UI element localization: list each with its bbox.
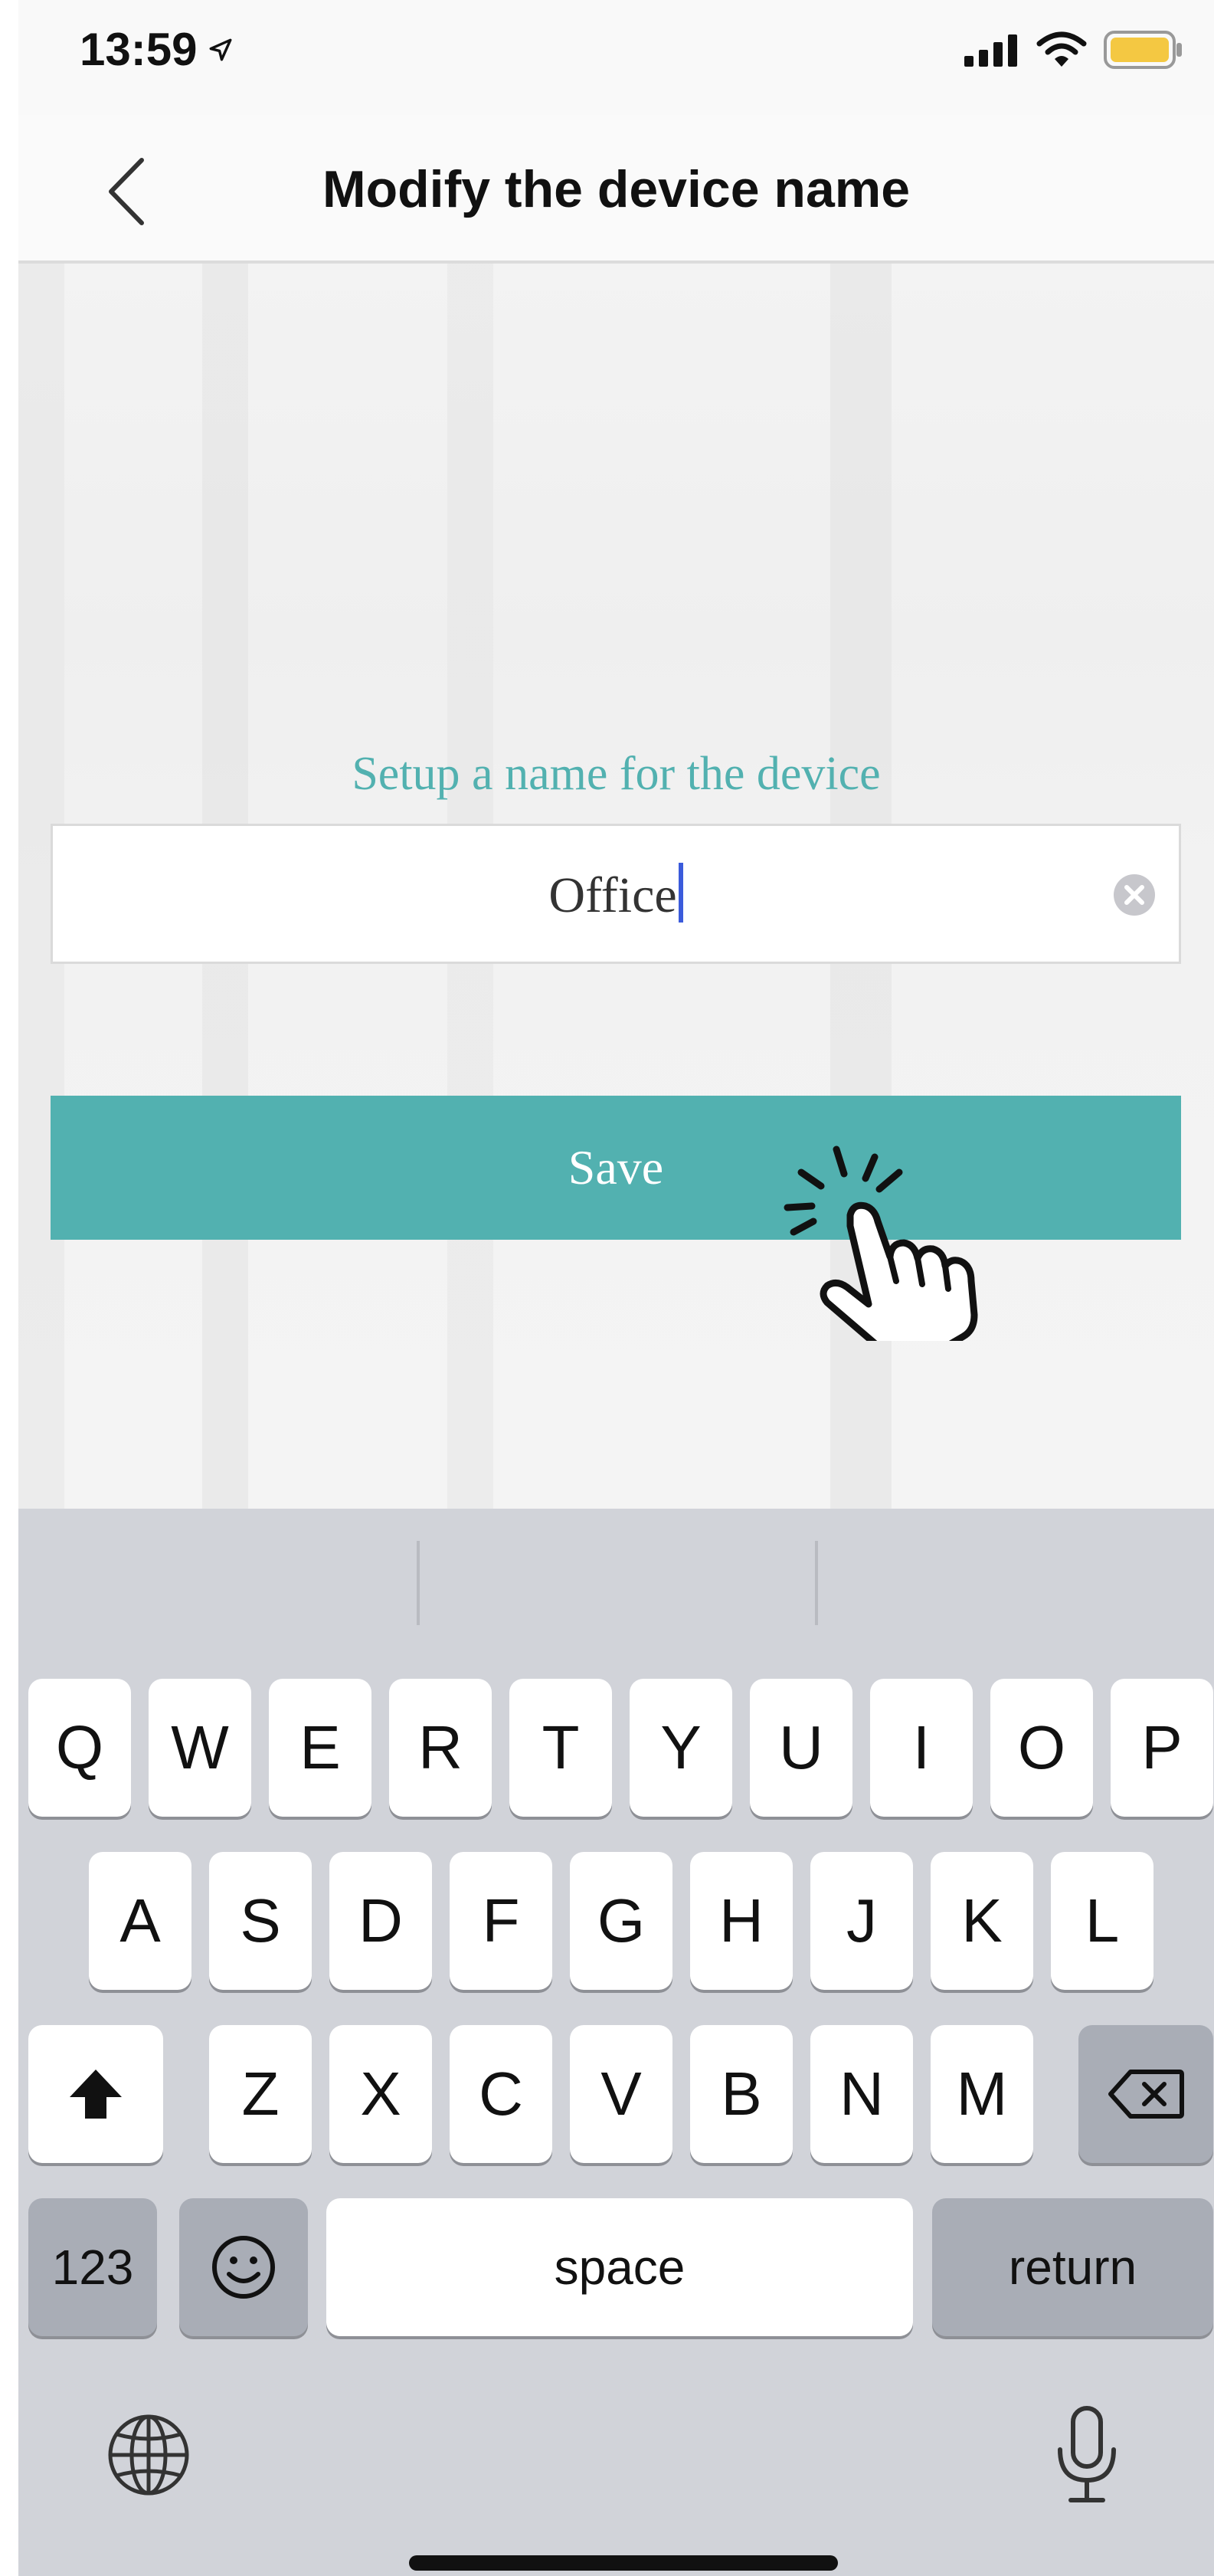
dictation-button[interactable]	[1052, 2405, 1121, 2505]
key-w[interactable]: W	[149, 1679, 251, 1817]
key-o[interactable]: O	[990, 1679, 1093, 1817]
key-k[interactable]: K	[931, 1852, 1033, 1990]
tap-hand-icon	[784, 1145, 978, 1341]
shift-icon	[70, 2070, 122, 2119]
delete-key[interactable]	[1078, 2025, 1213, 2163]
device-name-input[interactable]: Office	[51, 824, 1181, 964]
key-c[interactable]: C	[450, 2025, 552, 2163]
device-name-text: Office	[548, 867, 677, 923]
save-button[interactable]: Save	[51, 1096, 1181, 1240]
return-key[interactable]: return	[932, 2198, 1213, 2336]
key-l[interactable]: L	[1051, 1852, 1153, 1990]
key-z[interactable]: Z	[209, 2025, 312, 2163]
navigation-bar: Modify the device name	[18, 115, 1214, 264]
numbers-key-label: 123	[51, 2240, 134, 2295]
globe-icon	[108, 2414, 189, 2496]
key-q[interactable]: Q	[28, 1679, 131, 1817]
key-v[interactable]: V	[570, 2025, 672, 2163]
status-time: 13:59	[80, 23, 234, 76]
page-title: Modify the device name	[322, 160, 911, 218]
key-b[interactable]: B	[690, 2025, 793, 2163]
key-n[interactable]: N	[810, 2025, 913, 2163]
backspace-icon	[1108, 2070, 1184, 2119]
key-h[interactable]: H	[690, 1852, 793, 1990]
text-caret	[678, 863, 683, 923]
key-t[interactable]: T	[509, 1679, 612, 1817]
clear-text-button[interactable]	[1113, 873, 1156, 916]
name-caption: Setup a name for the device	[352, 748, 881, 800]
key-y[interactable]: Y	[630, 1679, 732, 1817]
key-e[interactable]: E	[269, 1679, 371, 1817]
key-f[interactable]: F	[450, 1852, 552, 1990]
wifi-icon	[1036, 31, 1087, 67]
status-time-text: 13:59	[80, 24, 198, 75]
phone-screen: 13:59 Modify the device name Setup a nam…	[18, 0, 1214, 2576]
key-x[interactable]: X	[329, 2025, 432, 2163]
key-i[interactable]: I	[870, 1679, 973, 1817]
location-arrow-icon	[210, 38, 232, 61]
home-indicator[interactable]	[409, 2555, 838, 2571]
status-icons	[964, 31, 1183, 69]
battery-icon	[1104, 31, 1182, 69]
key-s[interactable]: S	[209, 1852, 312, 1990]
clear-icon	[1114, 874, 1155, 916]
status-bar: 13:59	[18, 0, 1214, 115]
space-key-label: space	[554, 2240, 686, 2295]
emoji-key[interactable]	[179, 2198, 308, 2336]
shift-key[interactable]	[28, 2025, 163, 2163]
emoji-icon	[212, 2236, 275, 2299]
globe-button[interactable]	[106, 2413, 191, 2497]
signal-icon	[964, 34, 1017, 67]
key-p[interactable]: P	[1111, 1679, 1213, 1817]
keyboard: Q W E R T Y U I O P A S D F G H J K L Z …	[18, 1509, 1214, 2576]
suggestion-divider	[417, 1541, 420, 1625]
space-key[interactable]: space	[326, 2198, 913, 2336]
key-j[interactable]: J	[810, 1852, 913, 1990]
key-m[interactable]: M	[931, 2025, 1033, 2163]
key-r[interactable]: R	[389, 1679, 492, 1817]
return-key-label: return	[1008, 2240, 1137, 2295]
key-a[interactable]: A	[89, 1852, 191, 1990]
key-d[interactable]: D	[329, 1852, 432, 1990]
microphone-icon	[1058, 2406, 1116, 2502]
key-g[interactable]: G	[570, 1852, 672, 1990]
numbers-key[interactable]: 123	[28, 2198, 157, 2336]
suggestion-divider	[815, 1541, 818, 1625]
suggestion-bar	[18, 1509, 1214, 1654]
device-name-value[interactable]: Office	[53, 863, 1179, 925]
key-u[interactable]: U	[750, 1679, 852, 1817]
